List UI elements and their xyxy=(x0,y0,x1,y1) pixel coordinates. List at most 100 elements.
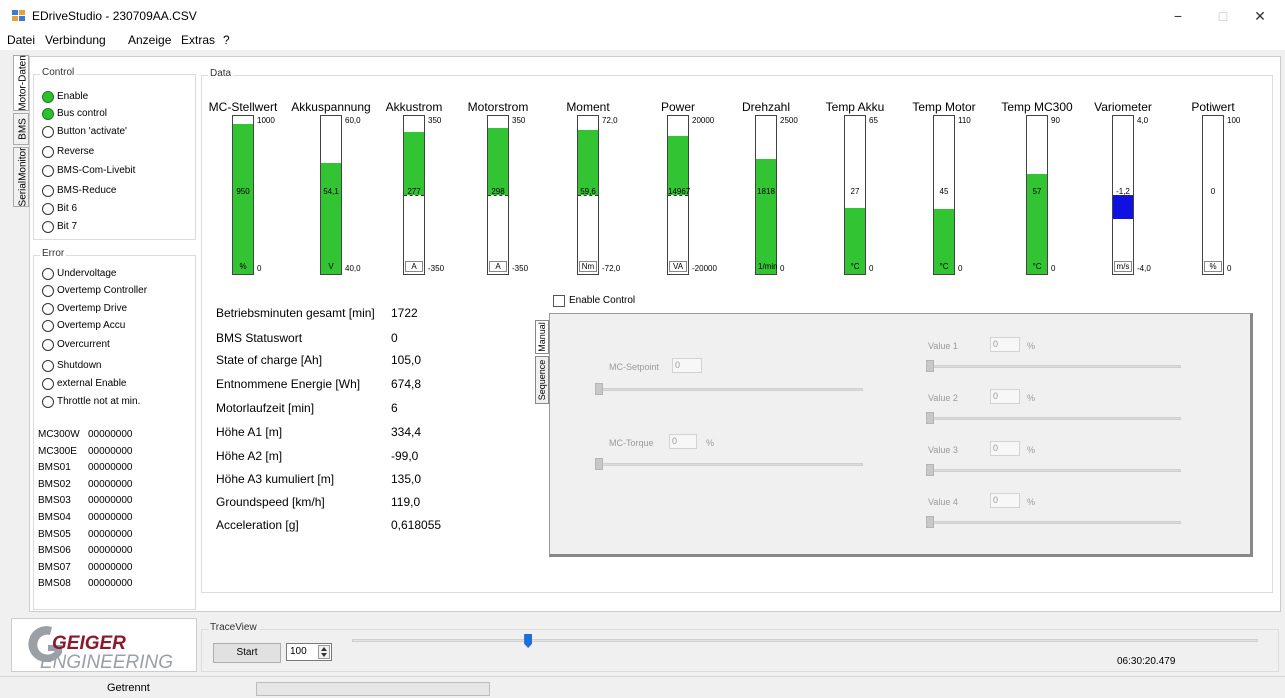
status-led xyxy=(42,268,54,280)
info-value: 6 xyxy=(391,401,398,415)
gauge-unit: A xyxy=(489,261,507,272)
menu-extras[interactable]: Extras xyxy=(181,33,215,47)
gauge-max: 1000 xyxy=(257,116,275,125)
register-row: BMS07 00000000 xyxy=(38,562,133,573)
logo-line1: GEIGER xyxy=(52,633,126,654)
gauge-fill xyxy=(488,127,508,195)
info-label: Höhe A2 [m] xyxy=(216,449,283,463)
gauge-value: 298 xyxy=(491,187,505,197)
register-name: BMS08 xyxy=(38,578,71,590)
gauge-bar: 298 A xyxy=(487,115,509,275)
info-label: Höhe A1 [m] xyxy=(216,425,283,439)
tab-sequence[interactable]: Sequence xyxy=(535,356,549,404)
value-input[interactable]: 0 xyxy=(990,337,1020,352)
gauge-max: 350 xyxy=(428,116,442,125)
value-slider-thumb[interactable] xyxy=(926,464,934,476)
error-label: Throttle not at min. xyxy=(57,396,141,407)
value-slider[interactable] xyxy=(928,521,1181,524)
menu-verbindung[interactable]: Verbindung xyxy=(45,33,106,47)
info-label: BMS Statuswort xyxy=(216,331,303,345)
info-label: State of charge [Ah] xyxy=(216,353,323,367)
tab-serialmonitor[interactable]: SerialMonitor xyxy=(13,147,29,207)
mc-setpoint-slider-thumb[interactable] xyxy=(595,383,603,395)
register-row: BMS06 00000000 xyxy=(38,545,133,556)
value-input[interactable]: 0 xyxy=(990,441,1020,456)
gauge-unit: °C xyxy=(1032,262,1042,271)
value-input[interactable]: 0 xyxy=(990,389,1020,404)
gauge-value: 950 xyxy=(236,187,250,197)
gauge-value: 277 xyxy=(407,187,421,197)
gauge-bar: 14967 VA xyxy=(667,115,690,275)
register-name: BMS06 xyxy=(38,545,71,557)
trace-start-button[interactable]: Start xyxy=(213,643,281,663)
info-value: 0 xyxy=(391,331,398,345)
gauge-fill xyxy=(756,159,776,274)
gauge-value: 0 xyxy=(1210,187,1216,197)
status-led xyxy=(42,320,54,332)
value-slider[interactable] xyxy=(928,417,1181,420)
gauge-max: 90 xyxy=(1051,116,1060,125)
mc-torque-label: MC-Torque xyxy=(609,438,654,448)
mc-setpoint-input[interactable]: 0 xyxy=(672,358,702,373)
gauge-fill xyxy=(404,132,424,195)
control-label: Bit 7 xyxy=(57,221,78,232)
error-label: Overtemp Drive xyxy=(57,303,128,314)
value-slider[interactable] xyxy=(928,365,1181,368)
trace-count-spinner[interactable] xyxy=(318,645,330,659)
register-name: BMS05 xyxy=(38,528,71,540)
gauge-min: 40,0 xyxy=(345,264,361,273)
enable-control-checkbox[interactable] xyxy=(553,295,565,307)
value-slider-thumb[interactable] xyxy=(926,516,934,528)
value-slider-thumb[interactable] xyxy=(926,412,934,424)
gauge-unit: % xyxy=(1204,261,1222,272)
mc-torque-unit: % xyxy=(706,438,715,448)
gauge-fill xyxy=(321,162,341,274)
minimize-button[interactable]: − xyxy=(1155,0,1201,32)
mc-setpoint-label: MC-Setpoint xyxy=(609,362,660,372)
gauge-bar: 1818 1/min xyxy=(755,115,778,275)
gauge-unit: Nm xyxy=(579,261,597,272)
info-label: Höhe A3 kumuliert [m] xyxy=(216,472,335,486)
gauge-max: 72,0 xyxy=(602,116,618,125)
value-slider[interactable] xyxy=(928,469,1181,472)
register-row: BMS08 00000000 xyxy=(38,578,133,589)
mc-torque-slider[interactable] xyxy=(597,463,863,466)
error-group-label: Error xyxy=(40,248,67,259)
gauge-unit: m/s xyxy=(1114,261,1132,272)
status-led xyxy=(42,126,54,138)
menu-anzeige[interactable]: Anzeige xyxy=(128,33,171,47)
gauge-max: 110 xyxy=(958,116,971,125)
info-value: 135,0 xyxy=(391,472,422,486)
value-unit: % xyxy=(1027,341,1036,351)
gauge-bar: 57 °C xyxy=(1026,115,1048,275)
logo-mark: GEIGER ENGINEERING xyxy=(28,626,173,671)
register-name: MC300W xyxy=(38,429,80,440)
value-input[interactable]: 0 xyxy=(990,493,1020,508)
info-label: Groundspeed [km/h] xyxy=(216,495,325,509)
register-name: BMS03 xyxy=(38,495,71,507)
mc-setpoint-slider[interactable] xyxy=(597,388,863,391)
gauge-min: 0 xyxy=(257,264,262,273)
data-group-label: Data xyxy=(208,68,234,79)
gauge-min: 0 xyxy=(780,264,785,273)
gauge-title: Moment xyxy=(566,100,610,114)
gauge-bar: 0% xyxy=(1202,115,1224,275)
mc-torque-slider-thumb[interactable] xyxy=(595,458,603,470)
gauge-title: Temp Motor xyxy=(912,100,976,114)
register-row: BMS05 00000000 xyxy=(38,529,133,540)
traceview-label: TraceView xyxy=(208,622,259,633)
mc-torque-input[interactable]: 0 xyxy=(669,434,697,449)
gauge-title: Potiwert xyxy=(1191,100,1235,114)
tab-manual[interactable]: Manual xyxy=(535,320,549,354)
gauge-min: 0 xyxy=(958,264,963,273)
status-led xyxy=(42,303,54,315)
value-slider-thumb[interactable] xyxy=(926,360,934,372)
info-value: 334,4 xyxy=(391,425,422,439)
control-label: BMS-Com-Livebit xyxy=(57,165,136,176)
menu-help[interactable]: ? xyxy=(223,33,230,47)
gauge-value: 59,6 xyxy=(580,187,596,197)
gauge-min: -72,0 xyxy=(602,264,621,273)
trace-slider[interactable] xyxy=(352,639,1258,642)
close-button[interactable]: ✕ xyxy=(1237,0,1283,32)
gauge-max: 65 xyxy=(869,116,878,125)
